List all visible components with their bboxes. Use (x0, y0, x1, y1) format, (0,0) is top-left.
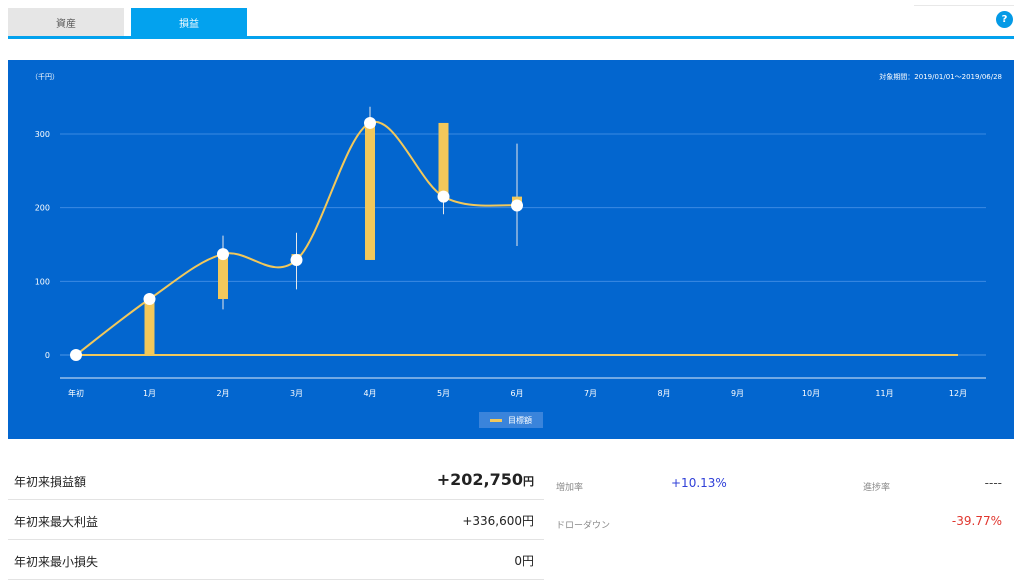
stat-value: +202,750円 (437, 470, 534, 489)
x-tick-label: 4月 (363, 389, 376, 398)
x-tick-label: 年初 (68, 388, 84, 398)
x-tick-label: 3月 (290, 389, 303, 398)
metric-value-growth: +10.13% (671, 476, 727, 490)
y-tick-label: 100 (35, 277, 50, 286)
data-point (511, 199, 523, 212)
data-point (364, 116, 376, 129)
x-tick-label: 11月 (875, 389, 893, 398)
help-icon[interactable]: ? (996, 11, 1013, 28)
tab-assets[interactable]: 資産 (8, 8, 124, 37)
x-tick-label: 2月 (216, 389, 229, 398)
stat-label: 年初来最小損失 (14, 555, 99, 569)
stat-row-ytd-pl: 年初来損益額 +202,750円 (8, 462, 544, 500)
chart-svg: 0 100 200 300 年初 1月 2月 3月 4月 5月 6月 7月 8月 9月 10月 11月 12月 (35, 106, 986, 398)
candle-bar (218, 254, 228, 300)
y-unit-label: （千円） (31, 73, 59, 81)
metric-label-progress: 進捗率 (863, 483, 891, 493)
stat-label: 年初来最大利益 (14, 515, 99, 529)
candle-bar (438, 122, 449, 197)
data-point (290, 253, 303, 266)
stat-row-min-loss: 年初来最小損失 0円 (8, 542, 544, 580)
stat-value: 0円 (514, 554, 534, 568)
x-tick-label: 7月 (584, 389, 597, 398)
legend-swatch (490, 418, 502, 422)
metric-label-growth: 増加率 (556, 483, 584, 493)
divider (914, 5, 1014, 6)
data-point (70, 349, 82, 361)
data-point (437, 190, 450, 203)
stat-row-max-profit: 年初来最大利益 +336,600円 (8, 502, 544, 540)
profit-chart: 0 100 200 300 年初 1月 2月 3月 4月 5月 6月 7月 8月 9月 10月 11月 12月 … (8, 60, 1014, 439)
x-tick-label: 12月 (949, 389, 967, 398)
y-tick-label: 0 (45, 351, 50, 360)
y-tick-label: 300 (35, 130, 50, 139)
x-tick-label: 5月 (437, 389, 450, 398)
stat-value-number: +202,750 (436, 470, 523, 489)
metric-label-drawdown: ドローダウン (556, 521, 611, 531)
x-tick-label: 1月 (143, 389, 156, 398)
data-point (143, 293, 156, 306)
x-tick-label: 9月 (731, 389, 744, 398)
x-tick-label: 6月 (510, 389, 523, 398)
stats-panel: 年初来損益額 +202,750円 年初来最大利益 +336,600円 年初来最小… (0, 462, 1024, 582)
x-tick-label: 10月 (802, 389, 820, 398)
x-tick-label: 8月 (657, 389, 670, 398)
legend-label: 目標額 (508, 415, 532, 425)
stat-value: +336,600円 (462, 514, 534, 528)
tab-underline (8, 36, 1014, 39)
data-point (217, 248, 229, 261)
candle-bar (144, 299, 155, 355)
tab-profit-loss[interactable]: 損益 (131, 8, 247, 37)
period-label: 対象期間：2019/01/01～2019/06/28 (879, 73, 1002, 81)
legend-target[interactable]: 目標額 (479, 412, 543, 428)
stat-label: 年初来損益額 (14, 475, 87, 489)
tab-bar: 資産 損益 ? (0, 0, 1024, 40)
stat-value-suffix: 円 (523, 475, 534, 488)
candle-bar (365, 122, 375, 260)
y-tick-label: 200 (35, 204, 50, 213)
metric-value-drawdown: -39.77% (951, 514, 1002, 528)
metric-value-progress: ---- (984, 476, 1002, 490)
